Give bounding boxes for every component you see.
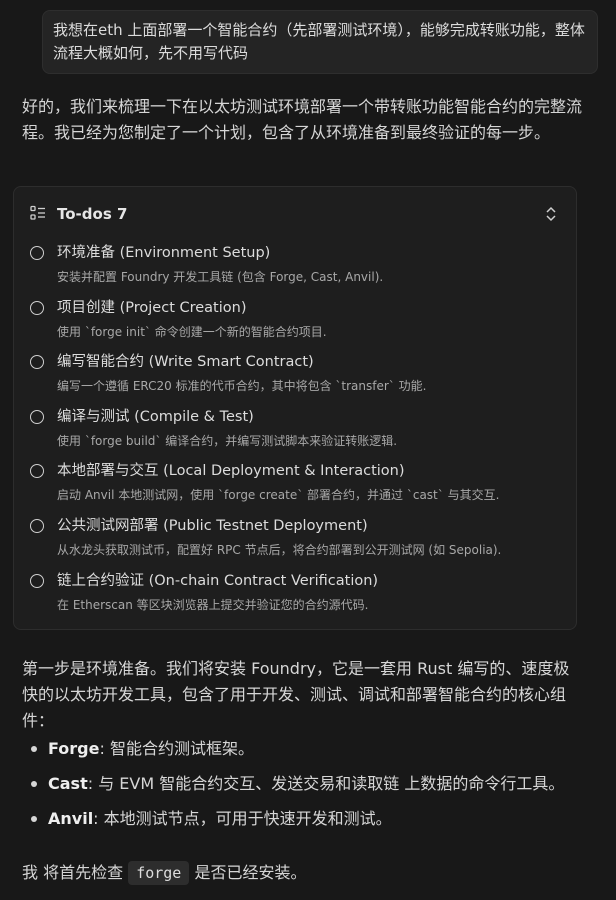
todo-item-description: 编写一个遵循 ERC20 标准的代币合约，其中将包含 `transfer` 功能… [57, 379, 427, 394]
todo-item-title: 公共测试网部署 (Public Testnet Deployment) [57, 517, 368, 534]
user-message-text: 我想在eth 上面部署一个智能合约（先部署测试环境），能够完成转账功能，整体流程… [53, 21, 585, 62]
final-text-after: 是否已经安装。 [194, 863, 307, 882]
step-intro-text: 第一步是环境准备。我们将安装 Foundry，它是一套用 Rust 编写的、速度… [22, 659, 570, 730]
checklist-icon [30, 205, 45, 220]
todo-item: 项目创建 (Project Creation) 使用 `forge init` … [30, 298, 560, 353]
tool-bullet-list: Forge: 智能合约测试框架。 Cast: 与 EVM 智能合约交互、发送交易… [22, 736, 582, 841]
bullet-term: Anvil [48, 809, 94, 828]
todo-item-title: 编译与测试 (Compile & Test) [57, 408, 254, 425]
todo-card: To-dos 7 环境准备 (Environment Setup) 安装并配置 … [13, 186, 577, 630]
bullet-item-forge: Forge: 智能合约测试框架。 [22, 736, 582, 761]
todo-checkbox[interactable] [30, 355, 44, 370]
todo-item-description: 使用 `forge init` 命令创建一个新的智能合约项目. [57, 324, 327, 339]
bullet-text: : 本地测试节点，可用于快速开发和测试。 [93, 809, 392, 828]
todo-item: 链上合约验证 (On-chain Contract Verification) … [30, 571, 560, 626]
bullet-term: Cast [48, 774, 88, 793]
todo-item: 编写智能合约 (Write Smart Contract) 编写一个遵循 ERC… [30, 352, 560, 407]
todo-checkbox[interactable] [30, 300, 44, 315]
todo-item-description: 在 Etherscan 等区块浏览器上提交并验证您的合约源代码. [57, 597, 369, 612]
bullet-dot [31, 781, 37, 787]
todo-item-title: 编写智能合约 (Write Smart Contract) [57, 354, 314, 371]
todo-list: 环境准备 (Environment Setup) 安装并配置 Foundry 开… [30, 243, 560, 625]
inline-code-forge: forge [128, 861, 190, 885]
todo-item: 公共测试网部署 (Public Testnet Deployment) 从水龙头… [30, 516, 560, 571]
todo-checkbox[interactable] [30, 573, 44, 588]
expand-collapse-chevron-icon[interactable] [544, 205, 558, 223]
todo-checkbox[interactable] [30, 518, 44, 533]
user-message-bubble: 我想在eth 上面部署一个智能合约（先部署测试环境），能够完成转账功能，整体流程… [42, 10, 598, 74]
todo-item-title: 本地部署与交互 (Local Deployment & Interaction) [57, 463, 405, 480]
todo-item-description: 启动 Anvil 本地测试网，使用 `forge create` 部署合约，并通… [57, 488, 500, 503]
todo-checkbox[interactable] [30, 409, 44, 424]
todo-item: 本地部署与交互 (Local Deployment & Interaction)… [30, 461, 560, 516]
todo-item: 环境准备 (Environment Setup) 安装并配置 Foundry 开… [30, 243, 560, 298]
todo-item-description: 从水龙头获取测试币，配置好 RPC 节点后，将合约部署到公开测试网 (如 Sep… [57, 542, 502, 557]
todo-item-title: 项目创建 (Project Creation) [57, 299, 247, 316]
todo-checkbox[interactable] [30, 464, 44, 479]
todo-item-description: 安装并配置 Foundry 开发工具链 (包含 Forge, Cast, Anv… [57, 270, 384, 284]
todo-item-title: 链上合约验证 (On-chain Contract Verification) [57, 572, 379, 589]
bullet-item-cast: Cast: 与 EVM 智能合约交互、发送交易和读取链 上数据的命令行工具。 [22, 771, 582, 796]
todo-item-title: 环境准备 (Environment Setup) [57, 245, 271, 261]
todo-header: To-dos 7 [30, 203, 560, 225]
assistant-intro-text: 好的，我们来梳理一下在以太坊测试环境部署一个带转账功能智能合约的完整流程。我已经… [22, 97, 583, 142]
final-line: 我 将首先检查 forge 是否已经安装。 [22, 860, 306, 886]
bullet-item-anvil: Anvil: 本地测试节点，可用于快速开发和测试。 [22, 806, 582, 831]
todo-checkbox[interactable] [30, 246, 44, 260]
bullet-dot [31, 746, 37, 752]
todo-item: 编译与测试 (Compile & Test) 使用 `forge build` … [30, 407, 560, 462]
final-text-before: 我 将首先检查 [22, 863, 124, 882]
bullet-text: : 智能合约测试框架。 [99, 739, 254, 758]
todo-item-description: 使用 `forge build` 编译合约，并编写测试脚本来验证转账逻辑. [57, 433, 398, 448]
bullet-dot [31, 816, 37, 822]
bullet-text: : 与 EVM 智能合约交互、发送交易和读取链 上数据的命令行工具。 [87, 774, 565, 793]
todo-title: To-dos 7 [57, 205, 128, 223]
bullet-term: Forge [48, 739, 100, 758]
